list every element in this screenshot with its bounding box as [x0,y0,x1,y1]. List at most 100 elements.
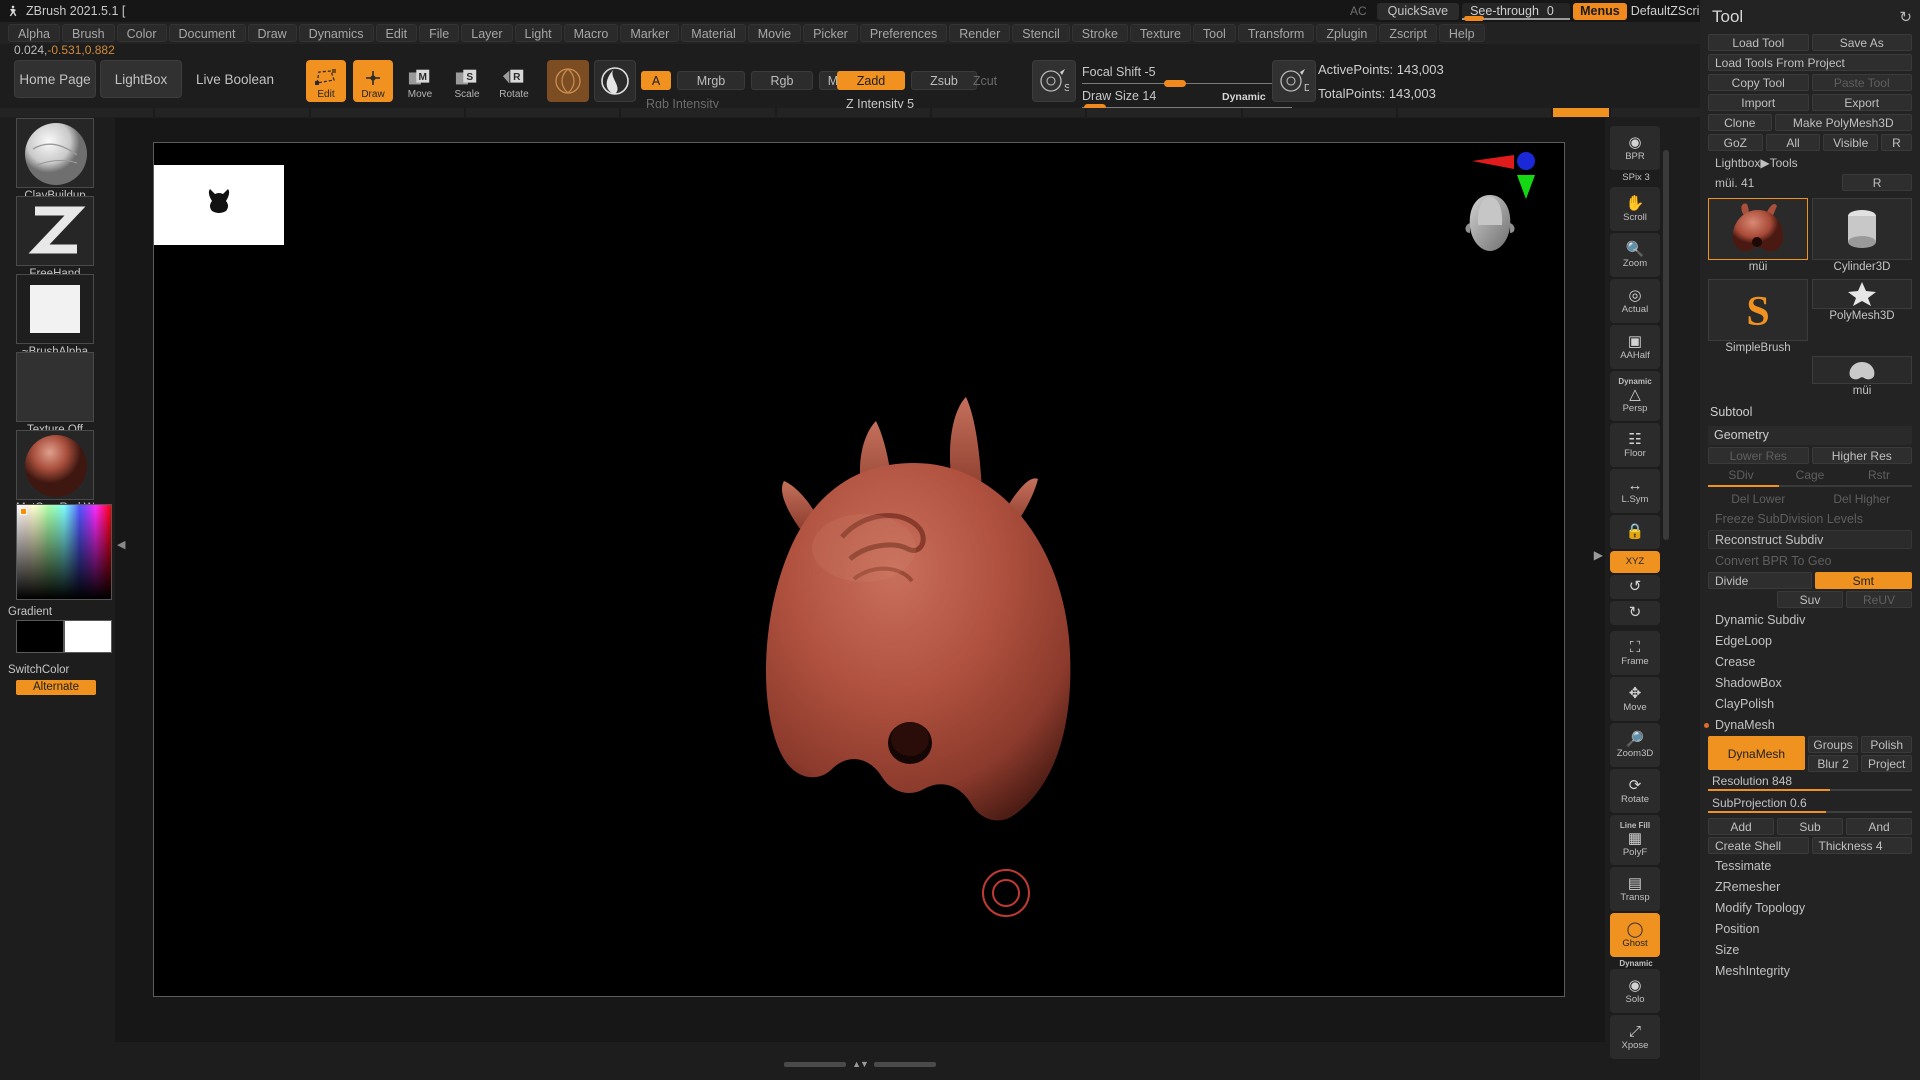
tool-item-polymesh3d[interactable]: PolyMesh3D [1812,279,1912,354]
alpha-selector[interactable]: ~BrushAlpha [16,274,94,358]
divide-button[interactable]: Divide [1708,572,1812,589]
dynamesh-project-button[interactable]: Project [1861,755,1913,772]
material-swatch-button[interactable] [547,60,589,102]
canvas-vertical-scrollbar[interactable] [1663,150,1669,540]
aahalf-button[interactable]: ▣ AAHalf [1610,325,1660,369]
sculpt-model[interactable] [714,323,1274,883]
rotate-nav-button[interactable]: ⟳ Rotate [1610,769,1660,813]
zadd-button[interactable]: Zadd [837,71,905,90]
menu-item-material[interactable]: Material [681,24,746,42]
reconstruct-subdiv-button[interactable]: Reconstruct Subdiv [1708,530,1912,549]
menu-item-dynamics[interactable]: Dynamics [298,24,374,42]
strip-cell[interactable] [310,108,464,117]
strip-cell[interactable] [1087,108,1241,117]
sub-button[interactable]: Sub [1777,818,1843,835]
spix-value[interactable]: SPix 3 [1610,172,1662,183]
alpha-mode-button[interactable]: A [641,71,671,90]
menu-item-movie[interactable]: Movie [747,24,802,42]
rotate-cw-button[interactable]: ↻ [1610,601,1660,625]
polyframe-button[interactable]: Line Fill ▦ PolyF [1610,815,1660,865]
material-selector[interactable]: MatCap Red Wax [16,430,94,514]
scroll-segment-left[interactable] [784,1061,847,1067]
mui-head-thumbnail[interactable] [1708,198,1808,260]
document-thumbnail[interactable] [154,165,284,245]
tool-item-simplebrush[interactable]: S SimpleBrush [1708,279,1808,354]
load-tools-from-project-button[interactable]: Load Tools From Project [1708,54,1912,71]
menu-item-help[interactable]: Help [1438,24,1485,42]
goz-visible-button[interactable]: Visible [1823,134,1879,151]
shadowbox-section[interactable]: ShadowBox [1708,673,1912,692]
focal-shift-knob[interactable] [1164,80,1186,87]
scroll-button[interactable]: ✋ Scroll [1610,187,1660,231]
menu-item-marker[interactable]: Marker [620,24,680,42]
polymesh3d-thumbnail[interactable] [1812,279,1912,309]
tessimate-section[interactable]: Tessimate [1708,856,1912,875]
tool-item-mui2[interactable]: müi [1812,356,1912,397]
zoom3d-button[interactable]: 🔎 Zoom3D [1610,723,1660,767]
dynamesh-polish-button[interactable]: Polish [1861,736,1913,753]
rgb-mode-button[interactable]: Rgb [751,71,813,90]
strip-cell[interactable] [931,108,1086,117]
copy-tool-button[interactable]: Copy Tool [1708,74,1809,91]
size-section[interactable]: Size [1708,940,1912,959]
menu-item-draw[interactable]: Draw [247,24,297,42]
goz-all-button[interactable]: All [1765,134,1821,151]
strip-cell-active[interactable] [1553,108,1610,117]
strip-cell[interactable] [0,108,154,117]
scroll-arrows-icon[interactable]: ▲▼ [852,1059,869,1069]
mrgb-mode-button[interactable]: Mrgb [677,71,745,90]
zremesher-section[interactable]: ZRemesher [1708,877,1912,896]
menu-item-light[interactable]: Light [514,24,562,42]
menu-item-file[interactable]: File [419,24,460,42]
load-tool-button[interactable]: Load Tool [1708,34,1809,51]
cylinder3d-thumbnail[interactable] [1812,198,1912,260]
tool-item-cylinder3d[interactable]: Cylinder3D [1812,198,1912,273]
menu-item-transform[interactable]: Transform [1237,24,1315,42]
menu-item-brush[interactable]: Brush [61,24,115,42]
canvas-right-handle-icon[interactable]: ▶ [1594,548,1603,562]
persp-button[interactable]: Dynamic △ Persp [1610,371,1660,421]
lightbox-button[interactable]: LightBox [100,60,182,98]
menu-item-alpha[interactable]: Alpha [8,24,60,42]
menu-item-layer[interactable]: Layer [461,24,513,42]
stroke-s-button[interactable]: S [1032,60,1076,102]
canvas-horizontal-scrollbar[interactable]: ▲▼ [115,1058,1605,1070]
suv-button[interactable]: Suv [1777,591,1843,608]
tool-item-mui[interactable]: müi [1708,198,1808,273]
focal-shift-track[interactable] [1082,83,1292,84]
dynamesh-blur-slider[interactable]: Blur 2 [1807,755,1859,772]
scroll-segment-right[interactable] [873,1061,936,1067]
goz-r-button[interactable]: R [1881,134,1912,151]
menu-item-document[interactable]: Document [168,24,246,42]
goz-button[interactable]: GoZ [1708,134,1763,151]
strip-cell[interactable] [1397,108,1552,117]
menu-item-preferences[interactable]: Preferences [859,24,948,42]
color-picker-handle[interactable] [20,508,27,515]
save-as-button[interactable]: Save As [1811,34,1912,51]
rotate-ccw-button[interactable]: ↺ [1610,575,1660,599]
solo-button[interactable]: ◉ Solo [1610,969,1660,1013]
viewport[interactable] [153,142,1565,997]
navigation-ball[interactable] [1462,193,1518,255]
strip-cell[interactable] [465,108,620,117]
menu-item-macro[interactable]: Macro [563,24,619,42]
mui-thumbnail[interactable] [1812,356,1912,384]
import-button[interactable]: Import [1708,94,1809,111]
zoom-button[interactable]: 🔍 Zoom [1610,233,1660,277]
draw-mode-button[interactable]: Draw [353,60,393,102]
add-button[interactable]: Add [1708,818,1774,835]
lightbox-tools-button[interactable]: Lightbox▶Tools [1708,154,1912,171]
smt-button[interactable]: Smt [1814,572,1912,589]
menu-item-zplugin[interactable]: Zplugin [1316,24,1378,42]
xpose-button[interactable]: ⤢ Xpose [1610,1015,1660,1059]
rotate-mode-button[interactable]: R Rotate [494,60,534,102]
main-color-swatch[interactable] [16,620,64,653]
alpha-thumbnail[interactable] [16,274,94,344]
floor-button[interactable]: ☷ Floor [1610,423,1660,467]
dynamesh-section-header[interactable]: DynaMesh [1704,715,1912,734]
strip-cell[interactable] [1242,108,1396,117]
menu-item-stroke[interactable]: Stroke [1071,24,1128,42]
strip-cell[interactable] [155,108,309,117]
move-mode-button[interactable]: M Move [400,60,440,102]
reload-icon[interactable]: ↻ [1899,8,1912,26]
